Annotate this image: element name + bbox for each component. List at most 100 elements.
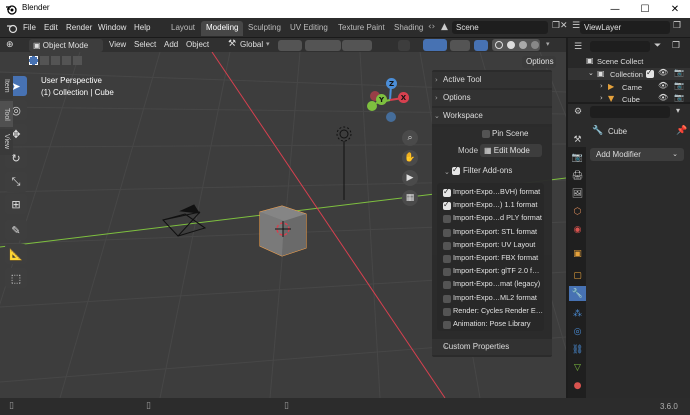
data-properties-icon[interactable]: ▽: [572, 362, 583, 373]
menu-edit[interactable]: Edit: [44, 23, 58, 32]
section-workspace[interactable]: Workspace: [432, 108, 552, 124]
addon-checkbox[interactable]: [443, 228, 451, 237]
gizmo-z-icon[interactable]: Z: [386, 78, 397, 89]
cube-render-icon[interactable]: 📷: [674, 93, 684, 102]
collection-properties-icon[interactable]: ▣: [572, 248, 583, 259]
filter-addons-checkbox[interactable]: [452, 165, 460, 175]
xray-button[interactable]: [474, 40, 488, 51]
addon-checkbox[interactable]: [443, 268, 451, 277]
properties-editor-icon[interactable]: ⚙: [574, 107, 582, 117]
pivot-button[interactable]: [278, 40, 302, 51]
pin-scene-checkbox[interactable]: [482, 130, 490, 138]
addon-checkbox[interactable]: [443, 294, 451, 303]
scene-selector[interactable]: Scene: [452, 21, 548, 34]
mode-dropdown[interactable]: ▣ Object Mode: [29, 39, 103, 52]
addon-checkbox[interactable]: [443, 241, 451, 250]
overlay-button[interactable]: [450, 40, 470, 51]
select-extend-icon[interactable]: [40, 56, 49, 65]
camera-render-icon[interactable]: 📷: [674, 81, 684, 90]
addon-checkbox[interactable]: [443, 307, 451, 316]
minimize-button[interactable]: —: [600, 0, 630, 18]
particles-properties-icon[interactable]: ⁂: [572, 308, 583, 319]
addon-checkbox[interactable]: [443, 215, 451, 224]
addon-checkbox[interactable]: [443, 321, 451, 329]
properties-search-input[interactable]: [590, 106, 670, 118]
tab-shading[interactable]: Shading: [389, 21, 428, 36]
menu-view[interactable]: View: [109, 40, 126, 49]
transform-tool-icon[interactable]: ⊞: [5, 194, 27, 214]
addon-checkbox[interactable]: [443, 187, 451, 197]
menu-add[interactable]: Add: [164, 40, 178, 49]
collection-visibility-icon[interactable]: 👁: [658, 68, 668, 77]
select-invert-icon[interactable]: [62, 56, 71, 65]
shading-options-icon[interactable]: ▾: [546, 40, 550, 48]
close-button[interactable]: ✕: [660, 0, 690, 18]
tab-uv-editing[interactable]: UV Editing: [285, 21, 333, 36]
select-subtract-icon[interactable]: [51, 56, 60, 65]
wireframe-shading-icon[interactable]: [495, 41, 503, 49]
scene-collection-label[interactable]: Scene Collect: [597, 57, 643, 66]
select-box-icon[interactable]: [29, 56, 38, 65]
new-collection-icon[interactable]: ❐: [672, 41, 680, 51]
addon-checkbox[interactable]: [443, 255, 451, 263]
menu-render[interactable]: Render: [66, 23, 92, 32]
zoom-icon[interactable]: ⌕: [402, 130, 418, 146]
render-properties-icon[interactable]: 📷: [572, 152, 583, 163]
modifier-properties-icon[interactable]: 🔧: [572, 288, 583, 299]
cube-visibility-icon[interactable]: 👁: [658, 93, 668, 102]
filter-icon[interactable]: ⏷: [654, 41, 661, 51]
section-custom-properties[interactable]: Custom Properties: [432, 339, 552, 355]
add-modifier-dropdown[interactable]: Add Modifier ⌄: [590, 148, 684, 161]
light-object[interactable]: [336, 126, 352, 200]
collection-exclude-checkbox[interactable]: [646, 68, 654, 78]
outliner-filter-input[interactable]: [590, 41, 650, 52]
world-properties-icon[interactable]: ◉: [572, 224, 583, 235]
select-intersect-icon[interactable]: [73, 56, 82, 65]
editor-type-icon[interactable]: ⊕: [6, 40, 14, 50]
ortho-grid-icon[interactable]: ▦: [402, 190, 418, 206]
pin-icon[interactable]: 📌: [676, 126, 687, 136]
outliner-editor-icon[interactable]: ☰: [574, 42, 582, 52]
hand-pan-icon[interactable]: ✋: [402, 150, 418, 166]
mode-value-dropdown[interactable]: ▦ Edit Mode: [480, 144, 542, 157]
snap-button[interactable]: [305, 40, 341, 51]
visibility-button[interactable]: [398, 40, 410, 51]
measure-tool-icon[interactable]: 📐: [5, 244, 27, 264]
gizmo-y-icon[interactable]: Y: [376, 94, 387, 105]
material-shading-icon[interactable]: [519, 41, 527, 49]
tool-properties-icon[interactable]: ⚒: [572, 134, 583, 145]
output-properties-icon[interactable]: 🖨: [572, 170, 583, 181]
proportional-edit-button[interactable]: [342, 40, 372, 51]
tab-tool[interactable]: Tool: [0, 101, 13, 127]
tab-item[interactable]: Item: [0, 73, 13, 99]
shading-buttons[interactable]: [492, 39, 540, 51]
tab-modeling[interactable]: Modeling: [201, 21, 244, 36]
addon-checkbox[interactable]: [443, 200, 451, 211]
rendered-shading-icon[interactable]: [531, 41, 539, 49]
outliner-item-cube[interactable]: Cube: [622, 95, 640, 104]
camera-visibility-icon[interactable]: 👁: [658, 81, 668, 90]
addon-checkbox[interactable]: [443, 281, 451, 290]
tabs-scroll-icon[interactable]: ‹›: [428, 22, 435, 32]
outliner-item-camera[interactable]: Came: [622, 83, 642, 92]
orientation-dropdown[interactable]: Global: [240, 40, 263, 49]
material-properties-icon[interactable]: ●: [572, 380, 583, 391]
view-layer-properties-icon[interactable]: 🖼: [572, 188, 583, 199]
tab-texture-paint[interactable]: Texture Paint: [333, 21, 390, 36]
solid-shading-icon[interactable]: [507, 41, 515, 49]
scale-tool-icon[interactable]: ⤡: [5, 172, 27, 192]
scene-remove-icon[interactable]: ✕: [560, 21, 568, 31]
tab-view[interactable]: View: [0, 129, 13, 155]
collection-label[interactable]: Collection: [610, 70, 643, 79]
menu-file[interactable]: File: [23, 23, 36, 32]
gizmo-toggle-button[interactable]: [423, 39, 447, 51]
constraints-properties-icon[interactable]: ⛓: [572, 344, 583, 355]
menu-window[interactable]: Window: [98, 23, 126, 32]
camera-object[interactable]: [162, 204, 207, 237]
collection-render-icon[interactable]: 📷: [674, 68, 684, 77]
menu-select[interactable]: Select: [134, 40, 156, 49]
annotate-tool-icon[interactable]: ✎: [5, 220, 27, 240]
menu-object[interactable]: Object: [186, 40, 209, 49]
properties-options-icon[interactable]: ▾: [676, 106, 680, 115]
view-layer-copy-icon[interactable]: ❐: [673, 21, 681, 31]
